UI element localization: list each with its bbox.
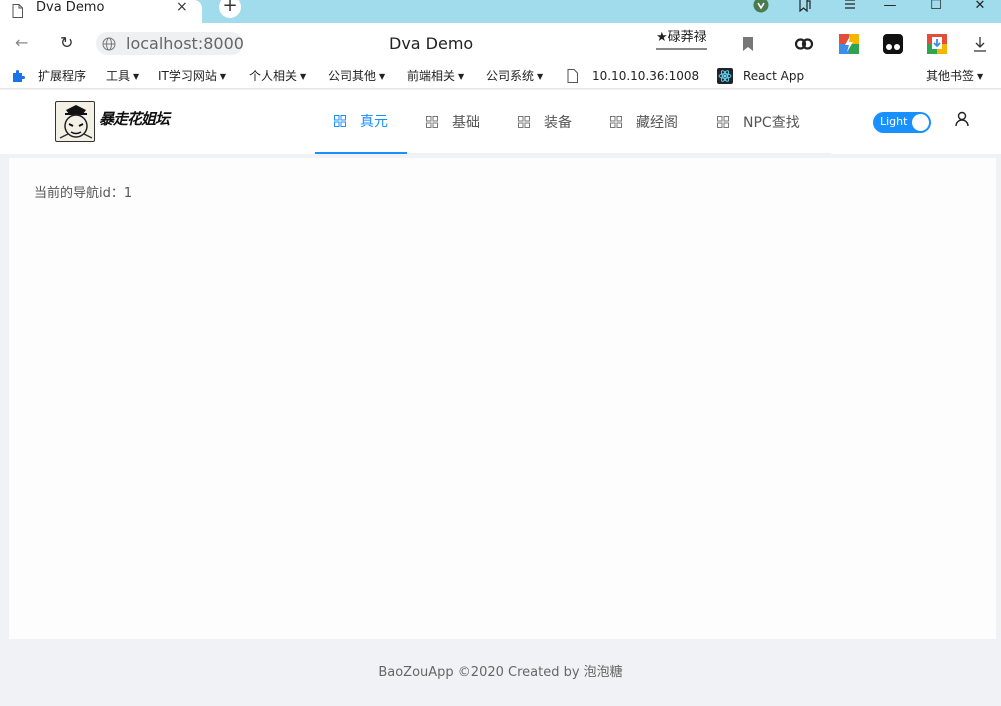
menu-item-npc[interactable]: NPC查找 <box>717 90 800 154</box>
reload-button[interactable]: ↻ <box>60 33 73 53</box>
appstore-icon <box>426 116 438 128</box>
chrome-ext-icon[interactable] <box>927 34 947 54</box>
download-icon[interactable] <box>973 36 987 52</box>
nav-id-text: 当前的导航id：1 <box>34 186 133 201</box>
menu-label: 基础 <box>452 115 480 131</box>
page-title: Dva Demo <box>389 34 474 53</box>
bookmarks-bar: 扩展程序 工具 ▼ IT学习网站 ▼ 个人相关 ▼ 公司其他 ▼ 前端相关 ▼ 公司系统 ▼… <box>0 65 1001 89</box>
menu-label: 装备 <box>544 115 572 131</box>
bookmark-icon[interactable] <box>741 36 755 52</box>
globe-icon <box>102 37 116 51</box>
footer: BaoZouApp ©2020 Created by 泡泡糖 <box>378 665 623 680</box>
react-icon <box>717 68 733 84</box>
caret-down-icon: ▼ <box>219 72 227 81</box>
menu-label: 藏经阁 <box>636 115 678 131</box>
caret-down-icon: ▼ <box>300 72 307 81</box>
browser-tab-strip: Dva Demo × + — ☐ ✕ <box>0 0 1001 23</box>
tab-close-button[interactable]: × <box>176 0 188 14</box>
menu-label: 真元 <box>360 114 388 130</box>
caret-down-icon: ▼ <box>133 72 140 81</box>
tampermonkey-icon[interactable] <box>883 34 903 54</box>
caret-down-icon: ▼ <box>379 72 386 81</box>
appstore-icon <box>610 116 622 128</box>
extension-app-icon[interactable] <box>839 34 859 54</box>
bookmark-folder-it[interactable]: IT学习网站 ▼ <box>158 68 226 85</box>
bookmark-label: 公司系统 <box>486 69 535 83</box>
caret-down-icon: ▼ <box>458 72 465 81</box>
link-icon[interactable] <box>794 34 814 54</box>
other-bookmarks[interactable]: 其他书签 ▼ <box>926 68 983 85</box>
user-icon[interactable] <box>954 111 970 127</box>
logo-mascot-icon <box>59 105 93 139</box>
tab-title: Dva Demo <box>36 0 105 15</box>
menu-label: NPC查找 <box>743 115 800 131</box>
appstore-icon <box>334 115 346 127</box>
extension-shield-icon[interactable] <box>753 0 769 13</box>
menu-item-cangjingge[interactable]: 藏经阁 <box>610 90 678 154</box>
close-window-button[interactable]: ✕ <box>970 0 990 14</box>
bookmark-folder-personal[interactable]: 个人相关 ▼ <box>249 68 306 85</box>
main-menu: 真元 基础 装备 藏经阁 NPC查找 <box>315 90 831 154</box>
bookmark-react-app[interactable]: React App <box>743 68 804 84</box>
theme-toggle[interactable]: Light <box>873 112 931 133</box>
menu-item-zhenyuan[interactable]: 真元 <box>315 90 407 154</box>
browser-tab[interactable]: Dva Demo × <box>0 0 202 23</box>
bookmark-label: 工具 <box>106 69 131 83</box>
new-tab-button[interactable]: + <box>219 0 241 18</box>
bookmark-extensions[interactable]: 扩展程序 <box>38 68 86 84</box>
bookmark-folder-frontend[interactable]: 前端相关 ▼ <box>407 68 464 85</box>
bookmark-label: IT学习网站 <box>158 69 217 83</box>
back-button[interactable]: ← <box>15 33 28 53</box>
bookmark-label: 其他书签 <box>926 69 975 83</box>
minimize-button[interactable]: — <box>880 0 900 14</box>
bookmark-label: 个人相关 <box>249 69 298 83</box>
bookmark-folder-company[interactable]: 公司其他 ▼ <box>328 68 385 85</box>
menu-icon[interactable] <box>843 0 857 10</box>
bookmark-folder-tools[interactable]: 工具 ▼ <box>106 68 139 85</box>
page-icon <box>567 69 578 83</box>
bookmark-label: 前端相关 <box>407 69 456 83</box>
bookmark-ip[interactable]: 10.10.10.36:1008 <box>592 68 702 84</box>
reading-mode-icon[interactable] <box>798 0 812 12</box>
app-header: 暴走花姐坛 真元 基础 装备 藏经阁 NPC查找 Light <box>0 90 1001 154</box>
main-content: 当前的导航id：1 <box>9 158 996 639</box>
url-field[interactable]: localhost:8000 <box>96 32 244 55</box>
logo[interactable] <box>55 101 95 142</box>
toggle-label: Light <box>880 115 908 128</box>
menu-item-zhuangbei[interactable]: 装备 <box>518 90 572 154</box>
toggle-knob <box>912 114 929 131</box>
caret-down-icon: ▼ <box>977 72 984 81</box>
url-text: localhost:8000 <box>126 34 244 53</box>
puzzle-icon <box>13 70 25 82</box>
appstore-icon <box>518 116 530 128</box>
document-icon <box>12 4 23 18</box>
caret-down-icon: ▼ <box>537 72 544 81</box>
bookmark-folder-company-systems[interactable]: 公司系统 ▼ <box>486 68 543 85</box>
bookmark-label: 公司其他 <box>328 69 377 83</box>
menu-item-jichu[interactable]: 基础 <box>426 90 480 154</box>
maximize-button[interactable]: ☐ <box>926 0 946 14</box>
extension-button[interactable]: ★碌莽禄 <box>656 29 707 50</box>
address-bar: ← ↻ localhost:8000 Dva Demo ★碌莽禄 <box>0 23 1001 65</box>
appstore-icon <box>717 116 729 128</box>
logo-text: 暴走花姐坛 <box>99 110 170 128</box>
